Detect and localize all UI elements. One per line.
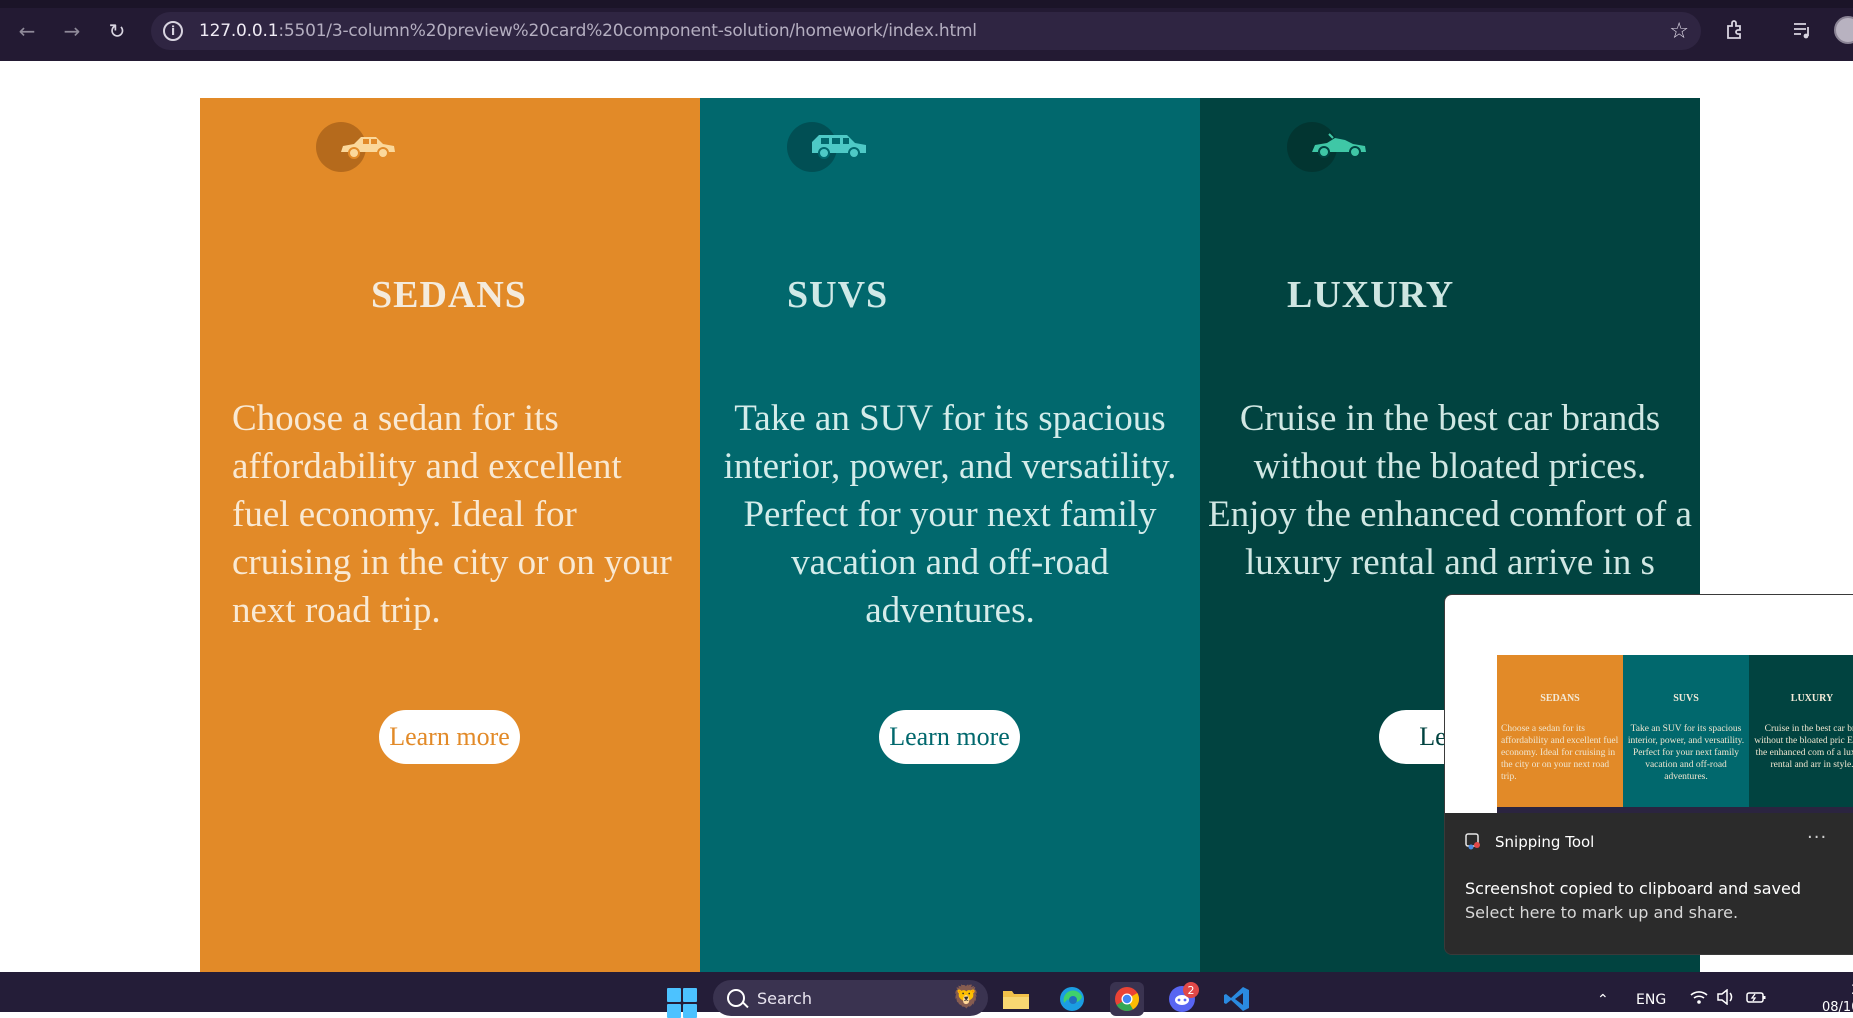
clock-time: 20:4 (1822, 982, 1853, 999)
wifi-icon[interactable] (1690, 989, 1708, 1009)
more-options-button[interactable]: ··· (1807, 827, 1827, 848)
notification-body[interactable]: Snipping Tool ··· Screenshot copied to c… (1445, 813, 1853, 954)
battery-icon[interactable] (1745, 989, 1767, 1009)
clock-date: 08/10/20 (1822, 1000, 1853, 1015)
notification-badge: 2 (1183, 982, 1199, 998)
card-description-sedans: Choose a sedan for its affordability and… (232, 398, 672, 631)
show-hidden-icons-chevron[interactable]: ⌃ (1597, 992, 1609, 1008)
luxury-icon-wrap (1287, 122, 1371, 174)
url-text[interactable]: 127.0.0.1:5501/3-column%20preview%20card… (199, 21, 977, 41)
back-button[interactable]: ← (14, 18, 40, 44)
thumb-title: LUXURY (1790, 693, 1834, 704)
card-title-suvs: SUVS (787, 274, 889, 316)
suv-car-icon (812, 135, 866, 159)
system-clock[interactable]: 20:4 08/10/20 (1822, 982, 1853, 1016)
sedan-car-icon (341, 137, 395, 159)
edge-browser-icon[interactable] (1055, 982, 1089, 1016)
reload-button[interactable]: ↻ (104, 18, 130, 44)
luxury-car-icon (1312, 133, 1366, 158)
volume-icon[interactable] (1716, 988, 1736, 1009)
thumb-card-sedans: SEDANS Choose a sedan for its affordabil… (1497, 655, 1623, 813)
windows-logo-tile (667, 988, 681, 1002)
profile-avatar[interactable] (1834, 16, 1853, 44)
screenshot-thumbnail: SEDANS Choose a sedan for its affordabil… (1497, 655, 1853, 813)
notification-app-name: Snipping Tool (1495, 833, 1595, 851)
thumb-description: Take an SUV for its spacious interior, p… (1627, 724, 1745, 782)
file-explorer-icon[interactable] (999, 982, 1033, 1016)
bookmark-star-icon[interactable]: ☆ (1669, 19, 1689, 44)
vscode-icon[interactable] (1220, 982, 1254, 1016)
thumb-card-luxury: LUXURY Cruise in the best car bra withou… (1749, 655, 1853, 813)
thumb-card-suvs: SUVS Take an SUV for its spacious interi… (1623, 655, 1749, 813)
learn-more-button-sedans[interactable]: Learn more (379, 710, 520, 764)
card-title-sedans: SEDANS (371, 274, 527, 316)
url-path: :5501/3-column%20preview%20card%20compon… (278, 21, 977, 41)
notification-subtitle: Select here to mark up and share. (1465, 903, 1739, 922)
search-highlight-lion-icon: 🦁 (952, 984, 980, 1009)
notification-title: Screenshot copied to clipboard and saved (1465, 879, 1801, 898)
url-host: 127.0.0.1 (199, 21, 279, 41)
extensions-icon[interactable] (1721, 16, 1749, 44)
thumb-description: Choose a sedan for its affordability and… (1501, 724, 1619, 782)
chrome-browser-icon[interactable] (1110, 982, 1144, 1016)
card-sedans: SEDANS Choose a sedan for its affordabil… (200, 98, 700, 972)
snipping-tool-notification[interactable]: SEDANS Choose a sedan for its affordabil… (1444, 594, 1853, 955)
address-bar[interactable]: i 127.0.0.1:5501/3-column%20preview%20ca… (151, 12, 1701, 50)
site-info-icon[interactable]: i (163, 21, 183, 41)
snipping-tool-icon (1465, 833, 1480, 850)
media-controls-icon[interactable] (1788, 16, 1816, 44)
windows-taskbar: Search 🦁 2 ⌃ ENG 20:4 08/10/20 (0, 972, 1853, 1018)
card-title-luxury: LUXURY (1287, 274, 1455, 316)
search-label: Search (757, 988, 812, 1008)
windows-logo-tile (667, 1004, 681, 1018)
sedan-icon-wrap (316, 122, 400, 174)
discord-icon[interactable]: 2 (1165, 982, 1199, 1016)
windows-logo-tile (683, 988, 697, 1002)
card-description-luxury: Cruise in the best car brands without th… (1208, 398, 1692, 583)
windows-logo-tile (683, 1004, 697, 1018)
card-suvs: SUVS Take an SUV for its spacious interi… (700, 98, 1200, 972)
input-language[interactable]: ENG (1636, 992, 1666, 1008)
start-button[interactable] (667, 988, 697, 1018)
taskbar-search[interactable]: Search 🦁 (713, 980, 988, 1016)
learn-more-button-suvs[interactable]: Learn more (879, 710, 1020, 764)
search-icon (727, 989, 745, 1007)
card-description-suvs: Take an SUV for its spacious interior, p… (723, 398, 1177, 631)
thumb-title: SUVS (1673, 693, 1699, 704)
suv-icon-wrap (787, 122, 871, 174)
thumb-title: SEDANS (1540, 693, 1580, 704)
forward-button[interactable]: → (59, 18, 85, 44)
thumb-description: Cruise in the best car bra without the b… (1754, 724, 1853, 770)
tab-strip (0, 0, 1853, 8)
browser-toolbar: ← → ↻ i 127.0.0.1:5501/3-column%20previe… (0, 0, 1853, 61)
